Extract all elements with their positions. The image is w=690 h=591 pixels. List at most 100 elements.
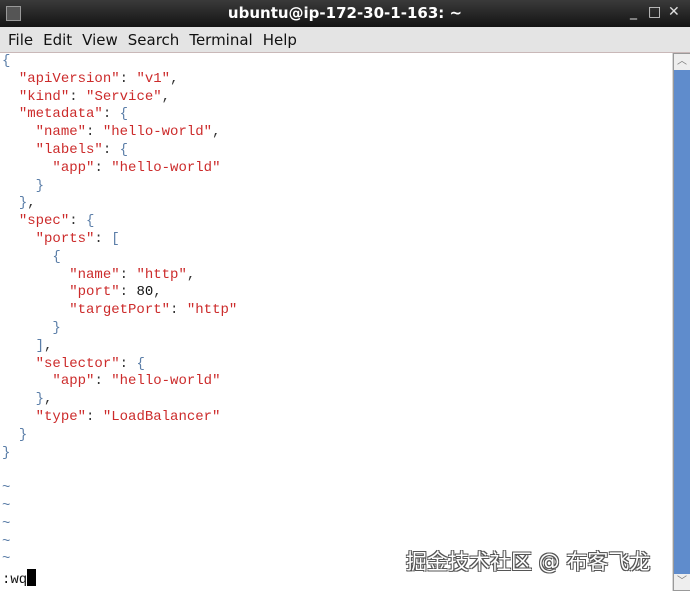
menu-view[interactable]: View (77, 27, 123, 49)
code-line: { (2, 53, 237, 71)
code-line: "port": 80, (2, 284, 237, 302)
code-line: "kind": "Service", (2, 89, 237, 107)
tilde: ~ (2, 533, 11, 550)
menu-edit[interactable]: Edit (38, 27, 77, 49)
punctuation: , (170, 70, 179, 87)
punctuation (2, 284, 69, 300)
punctuation: , (212, 124, 221, 141)
punctuation: : (94, 373, 112, 390)
tilde: ~ (2, 515, 11, 532)
title-bar: ubuntu@ip-172-30-1-163: ~ _ □ ✕ (0, 0, 690, 27)
code-line: } (2, 320, 237, 338)
menu-file[interactable]: File (3, 27, 38, 49)
menu-terminal[interactable]: Terminal (184, 27, 257, 49)
empty-line-marker: ~ (2, 534, 237, 552)
code-line: } (2, 445, 237, 463)
bracket: } (52, 319, 61, 336)
code-line: "ports": [ (2, 231, 237, 249)
json-key: "kind" (18, 88, 70, 105)
code-line: "selector": { (2, 356, 237, 374)
json-string: "Service" (86, 88, 162, 105)
json-key: "metadata" (18, 106, 103, 123)
close-button[interactable]: ✕ (668, 4, 680, 20)
punctuation: : (119, 70, 137, 87)
punctuation (2, 160, 52, 176)
punctuation (2, 338, 36, 354)
code-line: "targetPort": "http" (2, 302, 237, 320)
json-string: "hello-world" (111, 159, 221, 176)
punctuation: : (69, 88, 87, 105)
punctuation (2, 373, 52, 389)
punctuation: : (119, 355, 137, 372)
command-line[interactable]: :wq (2, 569, 37, 588)
code-line: "apiVersion": "v1", (2, 71, 237, 89)
code-line: "app": "hello-world" (2, 373, 237, 391)
json-string: "v1" (136, 70, 171, 87)
empty-line-marker: ~ (2, 551, 237, 569)
punctuation (2, 106, 19, 122)
code-line: } (2, 427, 237, 445)
json-key: "ports" (35, 230, 95, 247)
scrollbar[interactable]: ︿ ﹀ (673, 53, 690, 591)
bracket: { (119, 106, 129, 123)
code-line: "type": "LoadBalancer" (2, 409, 237, 427)
bracket: { (2, 53, 11, 69)
empty-line-marker: ~ (2, 498, 237, 516)
editor-buffer: { "apiVersion": "v1", "kind": "Service",… (2, 53, 237, 569)
json-string: "http" (186, 302, 238, 319)
json-key: "app" (52, 159, 95, 176)
json-key: "labels" (35, 141, 103, 158)
punctuation (2, 71, 19, 87)
punctuation (2, 249, 52, 265)
punctuation: , (153, 284, 162, 301)
cursor (27, 569, 37, 586)
code-line: "spec": { (2, 213, 237, 231)
bracket: } (2, 444, 11, 461)
punctuation (2, 124, 36, 140)
json-string: "LoadBalancer" (102, 408, 221, 425)
empty-line-marker: ~ (2, 480, 237, 498)
json-key: "spec" (18, 213, 70, 230)
json-number: 80 (136, 284, 154, 301)
menu-search[interactable]: Search (123, 27, 185, 49)
tilde: ~ (2, 497, 11, 514)
punctuation (2, 142, 36, 158)
punctuation (2, 267, 69, 283)
code-line: }, (2, 195, 237, 213)
punctuation: , (44, 391, 53, 408)
json-key: "name" (35, 124, 87, 141)
menu-help[interactable]: Help (258, 27, 302, 49)
punctuation (2, 391, 36, 407)
punctuation: , (27, 195, 36, 212)
bracket: } (35, 177, 45, 194)
scroll-up-icon[interactable]: ︿ (674, 54, 690, 70)
tilde: ~ (2, 551, 11, 568)
terminal-area[interactable]: { "apiVersion": "v1", "kind": "Service",… (0, 53, 672, 591)
bracket: { (86, 213, 95, 230)
punctuation (2, 213, 19, 229)
punctuation: : (86, 408, 103, 425)
code-line: "name": "http", (2, 267, 237, 285)
tilde: ~ (2, 480, 11, 497)
bracket: [ (111, 230, 120, 247)
json-string: "http" (136, 266, 187, 283)
punctuation (2, 320, 52, 336)
maximize-button[interactable]: □ (648, 4, 661, 20)
json-key: "apiVersion" (18, 70, 120, 87)
bracket: { (136, 355, 145, 372)
code-line: "metadata": { (2, 106, 237, 124)
watermark: 掘金技术社区 @ 布客飞龙 (406, 550, 651, 574)
bracket: } (18, 195, 28, 212)
code-line: "labels": { (2, 142, 237, 160)
punctuation: , (186, 266, 196, 283)
punctuation (2, 356, 36, 372)
punctuation (2, 302, 69, 318)
json-key: "port" (69, 284, 120, 301)
code-line: { (2, 249, 237, 267)
punctuation: : (119, 266, 137, 283)
punctuation (2, 409, 36, 425)
scroll-down-icon[interactable]: ﹀ (674, 574, 690, 590)
json-key: "selector" (35, 355, 120, 372)
minimize-button[interactable]: _ (630, 4, 637, 20)
